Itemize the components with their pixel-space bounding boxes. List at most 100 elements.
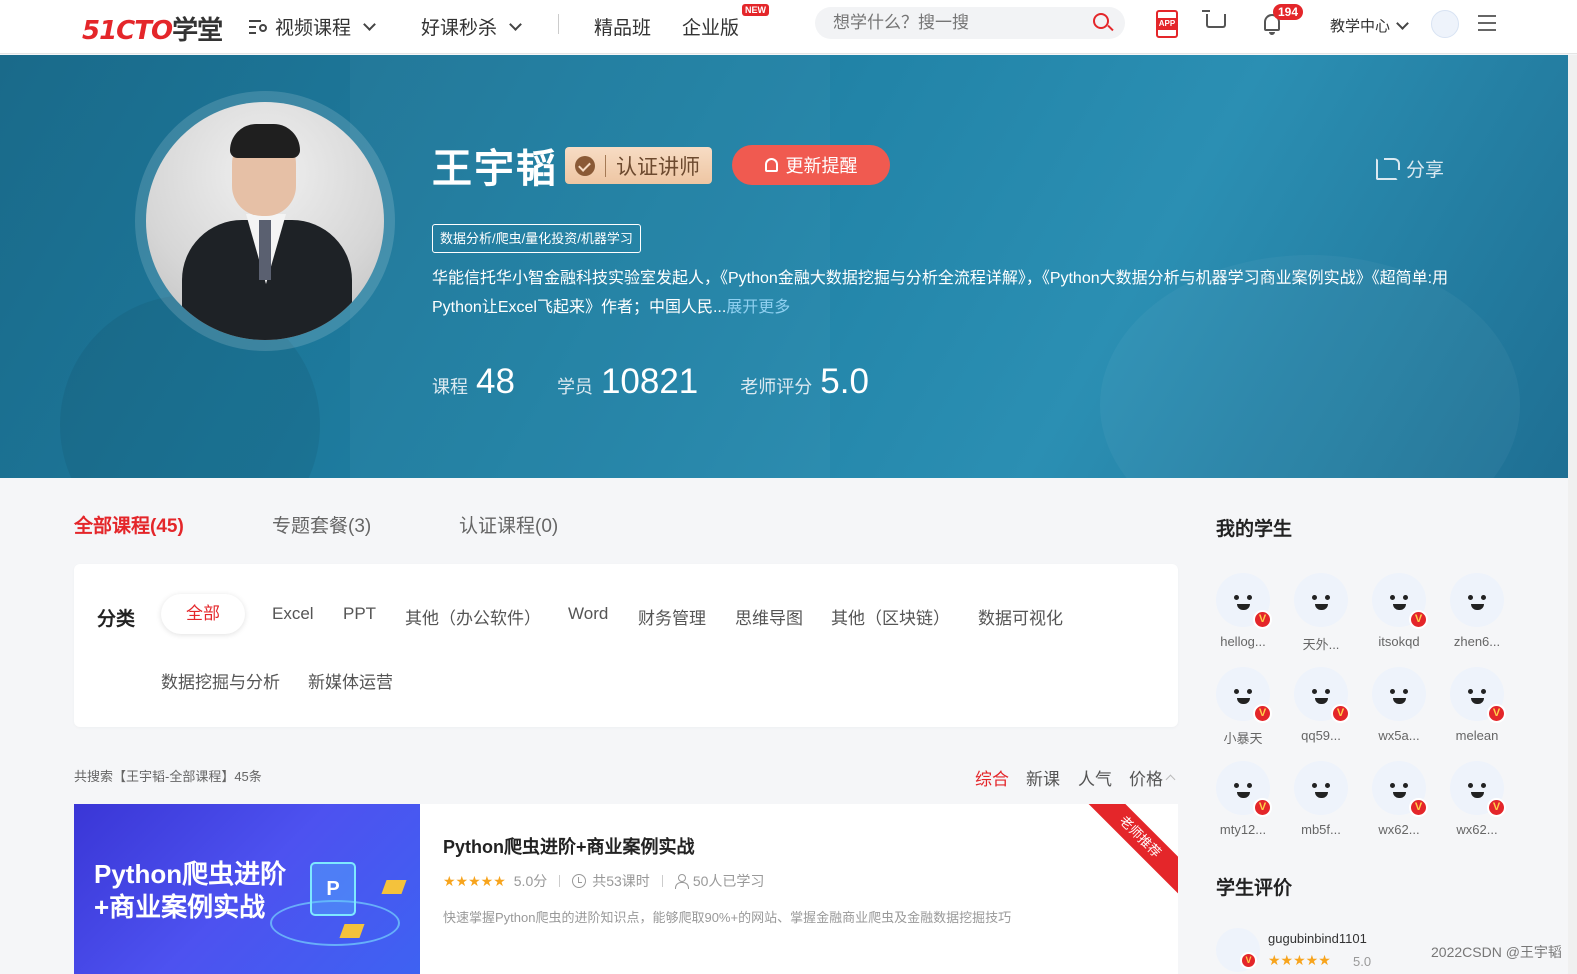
v-badge-icon: V [1409,798,1428,817]
filter-title: 分类 [97,609,136,630]
student-avatar [1372,667,1426,721]
category-chip[interactable]: 数据可视化 [978,604,1063,629]
student-item[interactable]: Vmty12... [1210,761,1276,837]
chevron-down-icon [363,17,376,31]
category-chip[interactable]: 其他（区块链） [831,604,950,629]
tab-all-courses[interactable]: 全部课程(45) [74,511,184,538]
v-badge-icon: V [1409,610,1428,629]
student-item[interactable]: zhen6... [1444,573,1510,649]
nav-premium[interactable]: 精品班 [594,13,651,40]
category-chip[interactable]: 财务管理 [638,604,706,629]
course-thumbnail[interactable]: P Python爬虫进阶+商业案例实战 [74,804,420,974]
course-meta: ★★★★★ 5.0分 共53课时 50人已学习 [443,871,764,891]
sort-arrow-icon [1165,774,1176,785]
category-filter: 分类 全部 Excel PPT 其他（办公软件） Word 财务管理 思维导图 … [74,564,1178,727]
student-item[interactable]: 天外... [1288,573,1354,653]
nav-premium-label: 精品班 [594,18,652,39]
tab-certified-courses[interactable]: 认证课程(0) [459,511,558,538]
student-item[interactable]: Vqq59... [1288,667,1354,743]
student-name: mty12... [1219,822,1267,837]
v-badge-icon: V [1331,704,1350,723]
category-chip[interactable]: 思维导图 [735,604,803,629]
chevron-down-icon [1396,16,1409,30]
student-avatar: V [1372,761,1428,817]
student-item[interactable]: Vwx62... [1366,761,1432,837]
site-logo[interactable]: 51CTO学堂 [82,10,223,47]
tab-packages[interactable]: 专题套餐(3) [272,511,371,538]
user-avatar[interactable] [1431,10,1459,38]
thumbnail-title: Python爬虫进阶+商业案例实战 [94,859,287,922]
teacher-stats: 课程 48 学员 10821 老师评分 5.0 [432,362,911,402]
student-name: itsokqd [1378,634,1420,649]
sort-price[interactable]: 价格 [1129,765,1176,790]
app-download-icon[interactable]: APP [1156,10,1178,38]
student-reviews-title: 学生评价 [1216,878,1293,899]
new-badge: NEW [742,4,769,16]
student-item[interactable]: Vitsokqd [1366,573,1432,649]
review-stars: ★★★★★ [1268,952,1331,968]
student-item[interactable]: wx5a... [1366,667,1432,743]
my-students-title: 我的学生 [1216,519,1293,540]
page: 51CTO学堂 视频课程 好课秒杀 精品班 企业版 NEW 想学什么？搜一搜 A… [0,0,1577,974]
student-avatar [1294,573,1348,627]
student-name: wx62... [1456,822,1498,837]
share-button[interactable]: 分享 [1376,155,1444,182]
student-avatar [1450,573,1504,627]
course-list-icon [249,19,269,34]
clock-icon [572,874,587,888]
category-chip[interactable]: 全部 [161,594,245,634]
student-item[interactable]: V 小暴天 [1210,667,1276,747]
menu-list-icon[interactable] [1478,15,1496,31]
course-title[interactable]: Python爬虫进阶+商业案例实战 [443,833,695,859]
search-box [815,7,1125,39]
teacher-avatar [146,102,384,340]
category-chip[interactable]: Excel [272,604,314,624]
nav-enterprise[interactable]: 企业版 [682,13,739,40]
user-icon [674,874,689,889]
sort-newest[interactable]: 新课 [1026,765,1060,790]
nav-enterprise-label: 企业版 [682,18,740,39]
student-avatar [1294,761,1348,815]
sort-popularity[interactable]: 人气 [1078,765,1112,790]
student-avatar: V [1450,761,1506,817]
course-card[interactable]: P Python爬虫进阶+商业案例实战 Python爬虫进阶+商业案例实战 ★★… [74,804,1178,974]
bio-expand-link[interactable]: 展开更多 [726,299,790,316]
category-chip[interactable]: PPT [343,604,376,624]
student-avatar: V [1372,573,1428,629]
category-chip[interactable]: 新媒体运营 [308,668,393,693]
bell-icon [764,158,778,172]
v-badge-icon: V [1240,952,1257,969]
student-name: wx5a... [1378,728,1420,743]
share-label: 分享 [1406,160,1445,181]
update-remind-button[interactable]: 更新提醒 [732,145,890,185]
sort-comprehensive[interactable]: 综合 [975,765,1009,790]
rating-stars: ★★★★★ [443,872,506,889]
search-input[interactable] [833,13,1083,33]
v-badge-icon: V [1487,704,1506,723]
search-icon[interactable] [1093,13,1109,29]
course-lessons: 共53课时 [592,873,650,889]
course-learners: 50人已学习 [692,873,765,889]
category-chip[interactable]: 数据挖掘与分析 [161,668,280,693]
category-chip[interactable]: Word [568,604,608,624]
category-chip[interactable]: 其他（办公软件） [405,604,541,629]
search-result-summary: 共搜索【王宇韬-全部课程】45条 [74,769,262,784]
scrollbar-track[interactable] [1568,55,1577,974]
student-item[interactable]: Vmelean [1444,667,1510,743]
chevron-down-icon [509,17,522,31]
student-name: 小暴天 [1223,731,1263,746]
share-icon [1376,157,1400,180]
nav-flash-sale-label: 好课秒杀 [421,18,498,39]
nav-video-courses-label: 视频课程 [275,18,352,39]
nav-video-courses[interactable]: 视频课程 [249,13,376,40]
student-item[interactable]: Vwx62... [1444,761,1510,837]
top-nav: 51CTO学堂 视频课程 好课秒杀 精品班 企业版 NEW 想学什么？搜一搜 A… [0,0,1577,54]
student-item[interactable]: Vhellog... [1210,573,1276,649]
teach-center-menu[interactable]: 教学中心 [1330,15,1409,36]
cart-icon[interactable] [1202,10,1226,28]
student-item[interactable]: mb5f... [1288,761,1354,837]
nav-flash-sale[interactable]: 好课秒杀 [421,13,522,40]
logo-text-red: 51CTO [82,16,173,46]
reviewer-name[interactable]: gugubinbind1101 [1268,931,1367,946]
certified-teacher-badge: 认证讲师 [565,147,712,184]
